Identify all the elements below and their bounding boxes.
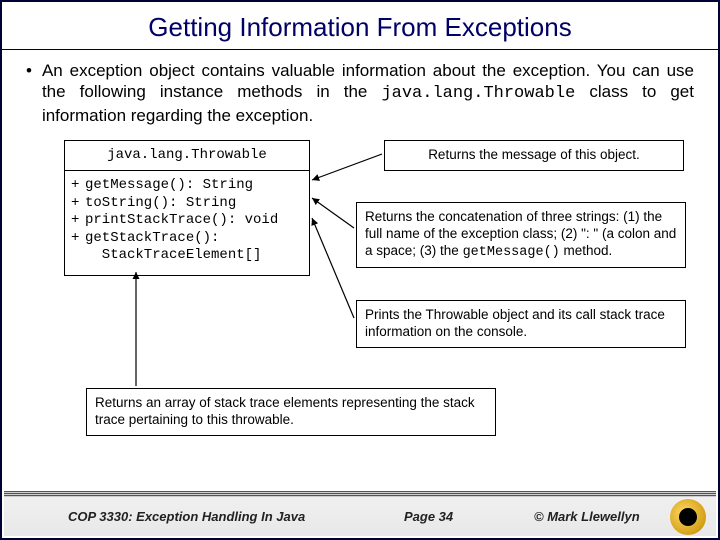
footer-page: Page 34 <box>404 509 453 524</box>
arrow-line <box>312 154 382 180</box>
arrow-line <box>312 198 354 228</box>
uml-signature: StackTraceElement[] <box>85 247 303 265</box>
footer-course: COP 3330: Exception Handling In Java <box>68 509 305 524</box>
arrow-line <box>312 218 354 318</box>
uml-method-row: + printStackTrace(): void <box>71 212 303 230</box>
footer-copyright: © Mark Llewellyn <box>534 509 640 524</box>
desc-getmessage: Returns the message of this object. <box>384 140 684 171</box>
bullet-dot: • <box>26 60 32 126</box>
uml-plus: + <box>71 195 85 213</box>
uml-class-box: java.lang.Throwable + getMessage(): Stri… <box>64 140 310 276</box>
uml-signature: getStackTrace(): <box>85 230 303 248</box>
uml-class-methods: + getMessage(): String + toString(): Str… <box>65 171 309 275</box>
slide-body: • An exception object contains valuable … <box>2 50 718 460</box>
desc-getstacktrace: Returns an array of stack trace elements… <box>86 388 496 436</box>
uml-method-row: StackTraceElement[] <box>71 247 303 265</box>
diagram-area: java.lang.Throwable + getMessage(): Stri… <box>26 140 694 460</box>
bullet-text: An exception object contains valuable in… <box>42 60 694 126</box>
uml-method-row: + toString(): String <box>71 195 303 213</box>
desc-mono: getMessage() <box>463 245 560 260</box>
uml-signature: toString(): String <box>85 195 303 213</box>
slide-title: Getting Information From Exceptions <box>2 12 718 43</box>
uml-plus: + <box>71 212 85 230</box>
slide-footer: COP 3330: Exception Handling In Java Pag… <box>4 496 716 536</box>
uml-method-row: + getStackTrace(): <box>71 230 303 248</box>
desc-tostring: Returns the concatenation of three strin… <box>356 202 686 269</box>
ucf-logo-icon <box>670 499 706 535</box>
slide-title-bar: Getting Information From Exceptions <box>2 2 718 50</box>
uml-class-name: java.lang.Throwable <box>65 141 309 172</box>
uml-plus <box>71 247 85 265</box>
logo-inner <box>679 508 697 526</box>
uml-plus: + <box>71 177 85 195</box>
bullet-item: • An exception object contains valuable … <box>26 60 694 126</box>
uml-method-row: + getMessage(): String <box>71 177 303 195</box>
bullet-mono: java.lang.Throwable <box>381 84 575 103</box>
desc-text: method. <box>560 243 613 258</box>
footer-stripes <box>4 491 716 497</box>
uml-signature: getMessage(): String <box>85 177 303 195</box>
uml-plus: + <box>71 230 85 248</box>
uml-signature: printStackTrace(): void <box>85 212 303 230</box>
desc-printstacktrace: Prints the Throwable object and its call… <box>356 300 686 348</box>
